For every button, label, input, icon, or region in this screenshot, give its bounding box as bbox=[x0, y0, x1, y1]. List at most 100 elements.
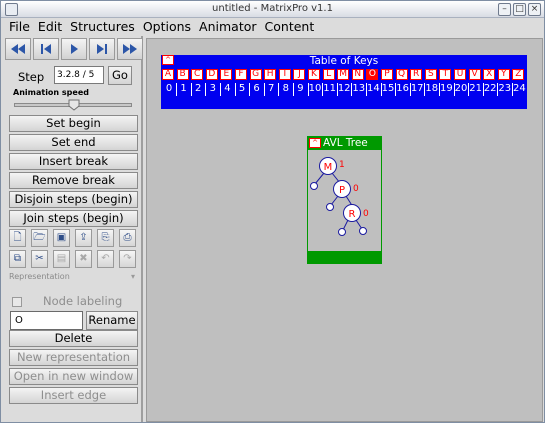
key-index: 4 bbox=[224, 83, 231, 94]
menu-structures[interactable]: Structures bbox=[70, 19, 135, 34]
key-cell[interactable]: G bbox=[249, 69, 262, 80]
key-cell[interactable]: E bbox=[220, 69, 233, 80]
key-cell[interactable]: A bbox=[162, 69, 174, 80]
title-bar[interactable]: untitled - MatrixPro v1.1 – □ × bbox=[1, 1, 544, 18]
key-index: 1 bbox=[180, 83, 187, 94]
set-begin-button[interactable]: Set begin bbox=[9, 115, 138, 132]
menu-file[interactable]: File bbox=[9, 19, 30, 34]
disjoin-steps-button[interactable]: Disjoin steps (begin) bbox=[9, 191, 138, 208]
minimize-button[interactable]: – bbox=[498, 3, 511, 16]
key-cell[interactable]: P bbox=[381, 69, 393, 80]
key-divider bbox=[249, 83, 251, 96]
save-as-icon: ⎘ bbox=[101, 232, 110, 243]
key-cell[interactable]: Y bbox=[497, 69, 510, 80]
menu-content[interactable]: Content bbox=[265, 19, 315, 34]
save-as-button[interactable]: ⎘ bbox=[97, 229, 114, 247]
undo-button[interactable]: ↶ bbox=[97, 250, 114, 268]
avl-empty-leaf[interactable] bbox=[338, 228, 346, 236]
print-button[interactable]: ⎙ bbox=[119, 229, 136, 247]
key-index: 5 bbox=[238, 83, 246, 94]
key-cell[interactable]: U bbox=[454, 69, 466, 80]
key-cell[interactable]: N bbox=[351, 69, 364, 80]
avl-empty-leaf[interactable] bbox=[310, 182, 318, 190]
avl-collapse-button[interactable]: ^ bbox=[309, 138, 321, 148]
key-index: 10 bbox=[308, 83, 322, 94]
print-icon: ⎙ bbox=[123, 232, 132, 243]
key-cell[interactable]: H bbox=[264, 69, 277, 80]
new-representation-button[interactable]: New representation bbox=[9, 349, 138, 366]
rewind-to-start-icon bbox=[11, 44, 25, 54]
rename-button[interactable]: Rename bbox=[86, 311, 138, 330]
animation-nav bbox=[5, 38, 143, 60]
insert-edge-button[interactable]: Insert edge bbox=[9, 387, 138, 404]
remove-break-button[interactable]: Remove break bbox=[9, 172, 138, 189]
delete-button[interactable]: Delete bbox=[9, 330, 138, 347]
key-cell[interactable]: Q bbox=[395, 69, 408, 80]
key-cell[interactable]: B bbox=[176, 69, 189, 80]
key-cell[interactable]: F bbox=[235, 69, 247, 80]
trash-icon: ✖ bbox=[79, 253, 88, 264]
rename-input[interactable]: O bbox=[10, 311, 83, 330]
key-cell[interactable]: V bbox=[468, 69, 481, 80]
fast-forward-button[interactable] bbox=[117, 38, 143, 60]
menu-animator[interactable]: Animator bbox=[199, 19, 256, 34]
key-cell[interactable]: T bbox=[439, 69, 452, 80]
key-cell[interactable]: J bbox=[293, 69, 306, 80]
step-back-button[interactable] bbox=[33, 38, 59, 60]
paste-button[interactable]: ▤ bbox=[53, 250, 70, 268]
copy-button[interactable]: ⧉ bbox=[9, 250, 26, 268]
new-file-button[interactable]: 🗋 bbox=[9, 229, 26, 247]
key-index: 9 bbox=[297, 83, 304, 94]
cut-button[interactable]: ✂ bbox=[31, 250, 48, 268]
slider-thumb[interactable] bbox=[68, 99, 80, 111]
key-cell[interactable]: R bbox=[410, 69, 423, 80]
export-button[interactable]: ⇪ bbox=[75, 229, 92, 247]
key-index: 12 bbox=[337, 83, 351, 94]
step-back-icon bbox=[41, 44, 51, 54]
close-button[interactable]: × bbox=[528, 3, 541, 16]
key-cell[interactable]: S bbox=[424, 69, 437, 80]
representation-select[interactable]: Representation ▾ bbox=[9, 272, 141, 286]
avl-node-key: R bbox=[349, 209, 356, 220]
rewind-to-start-button[interactable] bbox=[5, 38, 31, 60]
step-forward-button[interactable] bbox=[89, 38, 115, 60]
key-cell[interactable]: Z bbox=[512, 69, 525, 80]
open-in-new-window-button[interactable]: Open in new window bbox=[9, 368, 138, 385]
set-end-button[interactable]: Set end bbox=[9, 134, 138, 151]
key-index: 6 bbox=[253, 83, 260, 94]
key-index: 16 bbox=[396, 83, 409, 94]
go-button[interactable]: Go bbox=[108, 66, 132, 85]
avl-tree[interactable]: ^ AVL Tree M P R 1 0 0 bbox=[307, 136, 382, 264]
avl-balance-label: 0 bbox=[353, 184, 359, 194]
menu-edit[interactable]: Edit bbox=[38, 19, 62, 34]
key-cell[interactable]: K bbox=[308, 69, 320, 80]
insert-break-button[interactable]: Insert break bbox=[9, 153, 138, 170]
redo-button[interactable]: ↷ bbox=[119, 250, 136, 268]
key-cell[interactable]: I bbox=[278, 69, 291, 80]
new-file-icon: 🗋 bbox=[13, 232, 22, 243]
save-button[interactable]: ▣ bbox=[53, 229, 70, 247]
toolbar-row-2: ⧉ ✂ ▤ ✖ ↶ ↷ bbox=[9, 250, 141, 268]
dropdown-arrow-icon: ▾ bbox=[131, 272, 136, 281]
trash-button[interactable]: ✖ bbox=[75, 250, 92, 268]
avl-empty-leaf[interactable] bbox=[326, 203, 334, 211]
redo-icon: ↷ bbox=[123, 253, 132, 264]
key-index: 17 bbox=[410, 83, 424, 94]
key-cell[interactable]: D bbox=[205, 69, 218, 80]
play-button[interactable] bbox=[61, 38, 87, 60]
key-divider bbox=[365, 83, 367, 96]
key-cell[interactable]: L bbox=[322, 69, 335, 80]
open-file-button[interactable]: 🗁 bbox=[31, 229, 48, 247]
menu-options[interactable]: Options bbox=[143, 19, 191, 34]
avl-empty-leaf[interactable] bbox=[359, 227, 367, 235]
key-cell[interactable]: C bbox=[191, 69, 204, 80]
structure-canvas[interactable]: ^ Table of Keys A 0 B 1 C 2 D 3 E 4 F 5 G 6 H 7 I 8 J 9 K 10 L… bbox=[146, 38, 543, 422]
table-of-keys[interactable]: ^ Table of Keys A 0 B 1 C 2 D 3 E 4 F 5 G 6 H 7 I 8 J 9 K 10 L… bbox=[161, 55, 527, 109]
key-cell[interactable]: M bbox=[337, 69, 350, 80]
key-cell[interactable]: O bbox=[366, 69, 379, 80]
node-labeling-checkbox[interactable] bbox=[12, 297, 22, 307]
step-input[interactable]: 3.2.8 / 5 bbox=[54, 66, 104, 84]
key-cell[interactable]: X bbox=[483, 69, 496, 80]
join-steps-button[interactable]: Join steps (begin) bbox=[9, 210, 138, 227]
maximize-button[interactable]: □ bbox=[513, 3, 526, 16]
